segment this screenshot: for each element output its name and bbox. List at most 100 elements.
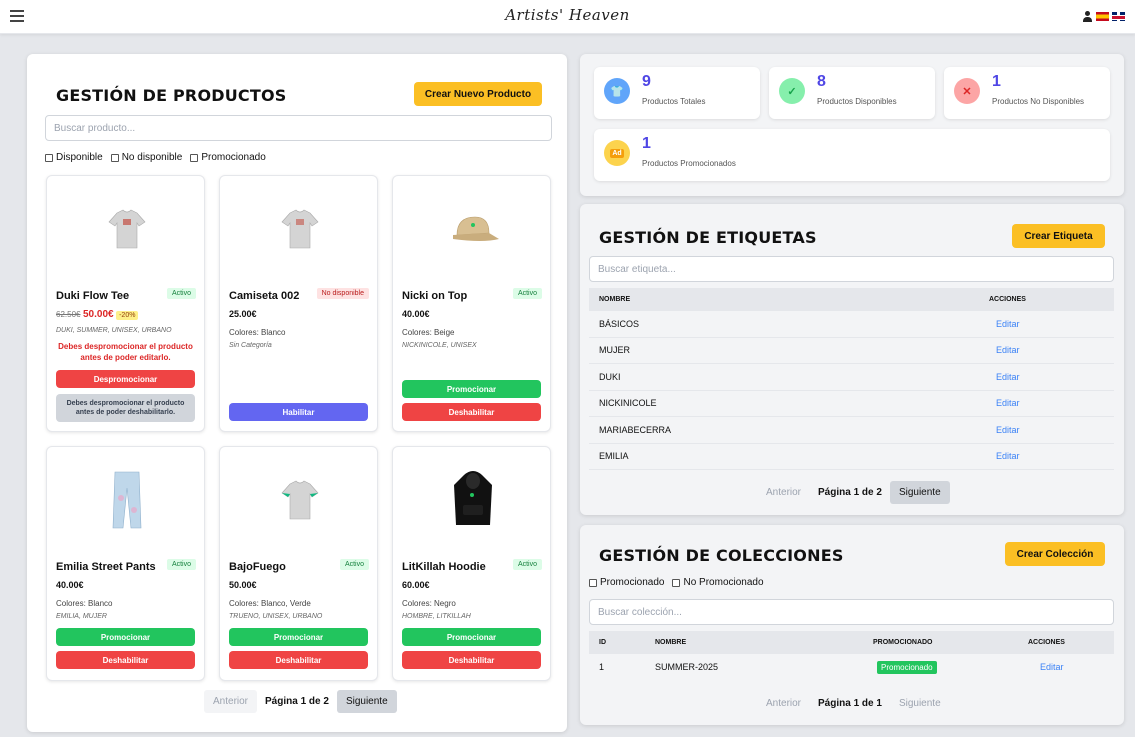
filter-unavailable[interactable]: No disponible	[110, 152, 182, 163]
edit-link[interactable]: Editar	[996, 398, 1020, 408]
product-image	[220, 447, 379, 552]
tshirt-icon: 👕	[604, 78, 630, 104]
table-header: ID NOMBRE PROMOCIONADO ACCIONES	[589, 631, 1114, 654]
product-image	[47, 176, 206, 281]
prev-page-button[interactable]: Anterior	[757, 692, 811, 715]
page-info: Página 1 de 2	[818, 487, 882, 498]
collections-title: GESTIÓN DE COLECCIONES	[599, 546, 844, 565]
create-tag-button[interactable]: Crear Etiqueta	[1012, 224, 1105, 248]
edit-link[interactable]: Editar	[996, 451, 1020, 461]
ad-icon: Ad	[604, 140, 630, 166]
unpromote-button[interactable]: Despromocionar	[56, 370, 195, 388]
filter-promoted[interactable]: Promocionado	[190, 152, 266, 163]
col-name: NOMBRE	[599, 296, 631, 303]
create-collection-button[interactable]: Crear Colección	[1005, 542, 1105, 566]
next-page-button[interactable]: Siguiente	[889, 481, 950, 504]
edit-link[interactable]: Editar	[996, 319, 1020, 329]
product-name: Camiseta 002	[229, 290, 300, 302]
tag-name: MARIABECERRA	[599, 424, 672, 435]
collection-filters: Promocionado No Promocionado	[589, 577, 764, 588]
tag-name: EMILIA	[599, 451, 629, 462]
checkbox[interactable]	[45, 153, 53, 162]
product-search-input[interactable]: Buscar producto...	[45, 115, 552, 141]
filter-not-promoted[interactable]: No Promocionado	[672, 577, 764, 588]
products-pagination: Anterior Página 1 de 2 Siguiente	[204, 690, 397, 713]
edit-link[interactable]: Editar	[996, 425, 1020, 435]
promote-button[interactable]: Promocionar	[402, 380, 541, 398]
product-tags: EMILIA, MUJER	[56, 613, 107, 620]
product-colors: Colores: Blanco, Verde	[229, 599, 311, 608]
stat-label: Productos Promocionados	[642, 159, 736, 168]
table-row: MARIABECERRA Editar	[589, 417, 1114, 444]
edit-link[interactable]: Editar	[1040, 662, 1064, 672]
edit-link[interactable]: Editar	[996, 345, 1020, 355]
products-title: GESTIÓN DE PRODUCTOS	[56, 86, 287, 105]
product-name: Nicki on Top	[402, 290, 468, 302]
filter-label: Promocionado	[201, 152, 266, 163]
table-row: MUJER Editar	[589, 338, 1114, 364]
col-name: NOMBRE	[655, 639, 687, 646]
product-image	[393, 447, 552, 552]
edit-link[interactable]: Editar	[996, 372, 1020, 382]
close-icon: ✕	[954, 78, 980, 104]
product-name: Duki Flow Tee	[56, 290, 130, 302]
stats-panel: 👕 9 Productos Totales ✓ 8 Productos Disp…	[580, 54, 1124, 196]
disable-button[interactable]: Deshabilitar	[402, 403, 541, 421]
promote-button[interactable]: Promocionar	[56, 628, 195, 646]
status-badge: Activo	[512, 559, 542, 570]
tag-search-input[interactable]: Buscar etiqueta...	[589, 256, 1114, 282]
product-price: 40.00€	[402, 309, 430, 319]
prev-page-button[interactable]: Anterior	[204, 690, 258, 713]
products-panel: GESTIÓN DE PRODUCTOS Crear Nuevo Product…	[27, 54, 567, 732]
create-product-button[interactable]: Crear Nuevo Producto	[414, 82, 542, 106]
uk-flag-icon[interactable]	[1112, 12, 1125, 21]
next-page-button[interactable]: Siguiente	[889, 692, 950, 715]
enable-button[interactable]: Habilitar	[229, 403, 368, 421]
product-name: BajoFuego	[229, 561, 286, 573]
product-price: 60.00€	[402, 580, 430, 590]
product-tags: HOMBRE, LITKILLAH	[402, 613, 471, 620]
status-badge: Activo	[166, 288, 196, 299]
product-tags: NICKINICOLE, UNISEX	[402, 342, 477, 349]
sale-price: 50.00€	[82, 309, 114, 320]
prev-page-button[interactable]: Anterior	[757, 481, 811, 504]
brand-logo[interactable]: Artists' Heaven	[0, 6, 1135, 24]
product-card: Nicki on Top Activo 40.00€ Colores: Beig…	[392, 175, 551, 432]
top-right-controls	[1082, 11, 1125, 22]
tags-table: NOMBRE ACCIONES BÁSICOS Editar MUJER Edita…	[589, 288, 1114, 470]
next-page-button[interactable]: Siguiente	[336, 690, 397, 713]
check-icon: ✓	[779, 78, 805, 104]
product-card: BajoFuego Activo 50.00€ Colores: Blanco,…	[219, 446, 378, 681]
user-icon[interactable]	[1082, 11, 1093, 22]
spanish-flag-icon[interactable]	[1096, 12, 1109, 21]
promote-button[interactable]: Promocionar	[229, 628, 368, 646]
filter-promoted[interactable]: Promocionado	[589, 577, 664, 588]
checkbox[interactable]	[672, 578, 681, 587]
disable-button[interactable]: Deshabilitar	[56, 651, 195, 669]
disable-button[interactable]: Deshabilitar	[402, 651, 541, 669]
product-filters: Disponible No disponible Promocionado	[45, 152, 266, 163]
col-actions: ACCIONES	[989, 296, 1026, 303]
stat-value: 9	[642, 73, 651, 90]
filter-available[interactable]: Disponible	[45, 152, 103, 163]
disable-button[interactable]: Deshabilitar	[229, 651, 368, 669]
checkbox[interactable]	[589, 578, 597, 587]
disable-note: Debes despromocionar el producto antes d…	[56, 394, 195, 422]
product-tags: Sin Categoría	[229, 342, 272, 349]
stat-unavailable: ✕ 1 Productos No Disponibles	[944, 67, 1110, 119]
checkbox[interactable]	[190, 153, 199, 162]
tag-name: NICKINICOLE	[599, 398, 657, 409]
tag-name: DUKI	[599, 371, 621, 382]
product-colors: Colores: Beige	[402, 328, 455, 337]
collections-table: ID NOMBRE PROMOCIONADO ACCIONES 1 SUMMER…	[589, 631, 1114, 681]
tags-pagination: Anterior Página 1 de 2 Siguiente	[757, 481, 950, 504]
filter-label: No Promocionado	[683, 577, 764, 588]
product-price: 40.00€	[56, 580, 84, 590]
checkbox[interactable]	[110, 153, 119, 162]
collection-search-input[interactable]: Buscar colección...	[589, 599, 1114, 625]
product-colors: Colores: Negro	[402, 599, 456, 608]
table-row: DUKI Editar	[589, 364, 1114, 391]
page-info: Página 1 de 2	[265, 696, 329, 707]
promote-button[interactable]: Promocionar	[402, 628, 541, 646]
stat-value: 1	[992, 73, 1001, 90]
